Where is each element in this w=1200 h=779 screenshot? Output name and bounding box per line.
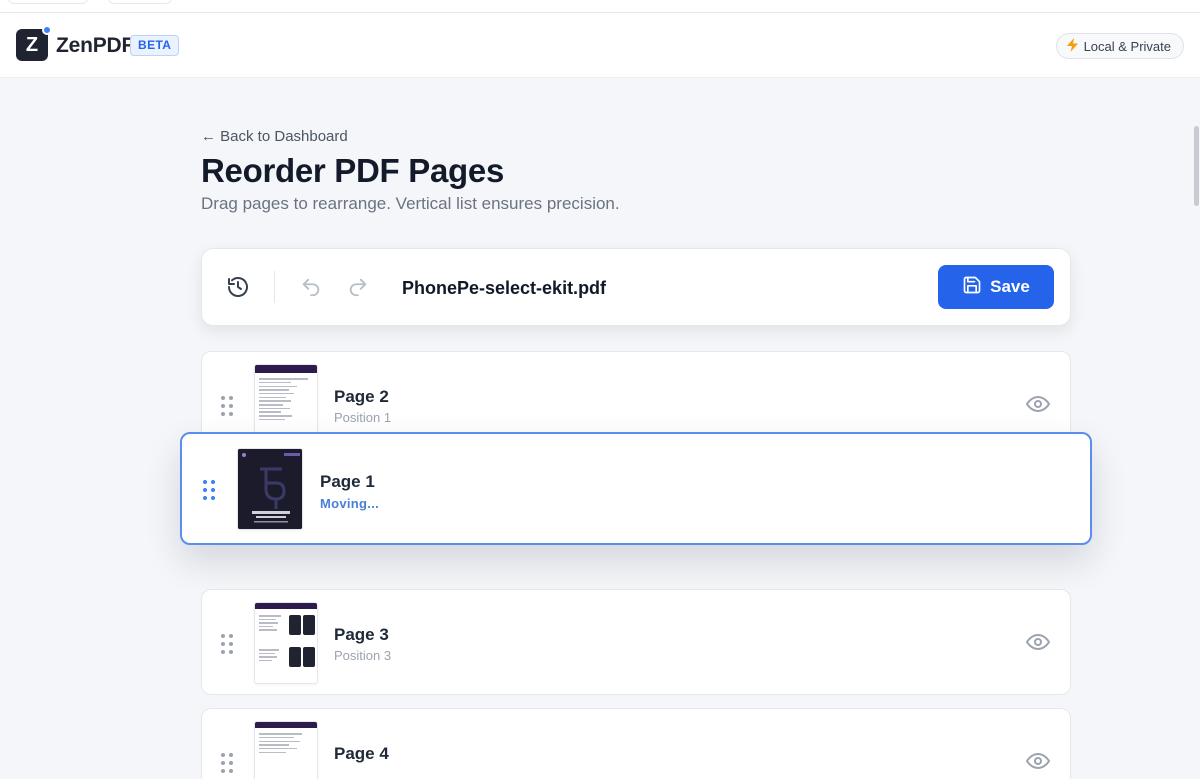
eye-icon[interactable] [1025,751,1051,771]
save-label: Save [990,277,1030,296]
page-row[interactable]: Page 4 [201,708,1071,779]
page-title: Reorder PDF Pages [201,152,505,189]
local-private-badge: Local & Private [1055,33,1184,59]
page-row[interactable]: Page 3 Position 3 [201,589,1071,695]
lightning-bolt-icon [1066,37,1078,55]
page-title-label: Page 4 [334,744,389,763]
history-icon[interactable] [225,274,251,300]
app-header: Z ZenPDF BETA Local & Private [0,13,1200,78]
scrollbar-thumb[interactable] [1194,126,1199,206]
logo-letter: Z [25,33,39,56]
page-title-label: Page 3 [334,625,389,644]
browser-tab[interactable] [108,0,172,4]
page-thumbnail [237,448,303,530]
page-title-label: Page 2 [334,387,389,406]
page-thumbnail [254,721,318,779]
drag-handle-icon[interactable] [221,753,233,773]
local-private-label: Local & Private [1083,38,1171,54]
beta-badge: BETA [130,35,180,56]
undo-icon[interactable] [298,274,324,300]
save-button[interactable]: Save [938,265,1054,309]
drag-handle-icon[interactable] [221,634,233,654]
logo-dot [42,25,52,35]
drag-handle-icon[interactable] [203,480,215,500]
file-name: PhonePe-select-ekit.pdf [402,278,607,298]
browser-top-strip [0,0,1200,13]
browser-tab[interactable] [8,0,88,4]
page-position-label: Position 3 [334,648,392,663]
logo[interactable]: Z [16,25,52,61]
back-to-dashboard-link[interactable]: ← Back to Dashboard [201,128,348,145]
page-position-label: Position 1 [334,410,392,425]
brand-name[interactable]: ZenPDF [56,34,134,58]
page-subtitle: Drag pages to rearrange. Vertical list e… [201,194,620,213]
save-icon [962,275,982,300]
page-scrollbar[interactable] [1192,78,1200,778]
eye-icon[interactable] [1025,394,1051,414]
redo-icon[interactable] [345,274,371,300]
drag-handle-icon[interactable] [221,396,233,416]
toolbar-divider [274,271,275,303]
dragging-page-row[interactable]: Page 1 Moving... [180,432,1092,545]
moving-status: Moving... [320,496,380,511]
page-thumbnail [254,602,318,684]
editor-toolbar: PhonePe-select-ekit.pdf Save [201,248,1071,326]
eye-icon[interactable] [1025,632,1051,652]
page-title-label: Page 1 [320,472,375,491]
